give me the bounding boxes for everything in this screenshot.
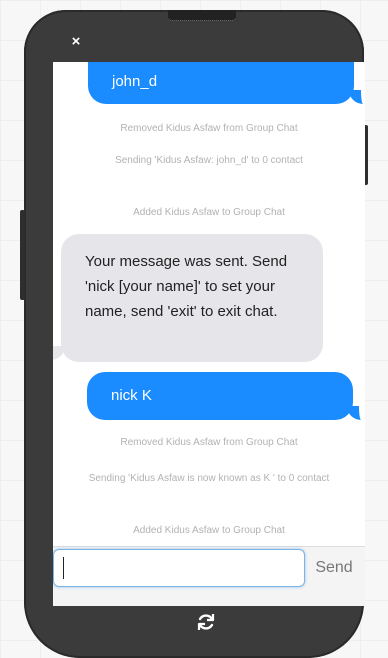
outgoing-message: nick K [87, 372, 353, 420]
system-message: Sending 'Kidus Asfaw: john_d' to 0 conta… [115, 155, 303, 166]
bubble-tail [349, 90, 363, 104]
message-text: Your message was sent. Send 'nick [your … [85, 253, 288, 320]
message-input[interactable] [53, 549, 305, 587]
message-text: john_d [112, 73, 158, 90]
chat-screen: john_d Removed Kidus Asfaw from Group Ch… [53, 62, 365, 606]
system-message: Removed Kidus Asfaw from Group Chat [120, 123, 298, 134]
outgoing-message: john_d [88, 62, 354, 104]
system-message: Removed Kidus Asfaw from Group Chat [120, 437, 298, 448]
text-caret [63, 557, 64, 579]
close-button[interactable]: × [68, 34, 84, 50]
composer-bar: Send [53, 546, 365, 606]
message-list[interactable]: john_d Removed Kidus Asfaw from Group Ch… [53, 62, 365, 546]
speaker-grille [168, 10, 236, 21]
send-button[interactable]: Send [309, 549, 359, 587]
system-message: Sending 'Kidus Asfaw is now known as K '… [88, 473, 330, 484]
system-message: Added Kidus Asfaw to Group Chat [133, 207, 285, 218]
refresh-icon [197, 614, 215, 630]
close-icon: × [71, 33, 81, 50]
refresh-button[interactable] [195, 611, 217, 633]
volume-button [20, 210, 25, 300]
bubble-tail [347, 406, 361, 420]
message-text: nick K [111, 387, 152, 404]
system-message: Added Kidus Asfaw to Group Chat [133, 525, 285, 536]
incoming-message: Your message was sent. Send 'nick [your … [61, 234, 323, 362]
